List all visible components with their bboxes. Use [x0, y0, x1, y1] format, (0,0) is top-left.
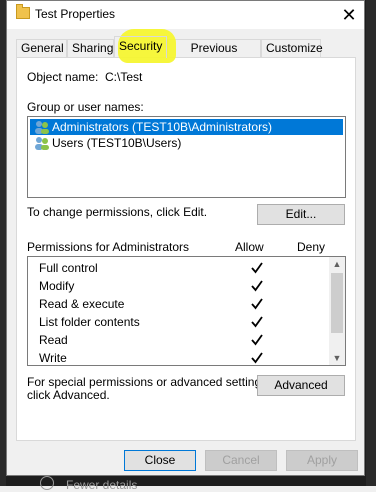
permissions-for-label: Permissions for Administrators: [27, 240, 190, 254]
special-permissions-text: For special permissions or advanced sett…: [27, 375, 271, 389]
checkmark-icon: [251, 262, 263, 274]
close-icon[interactable]: ✕: [334, 1, 364, 29]
window-title: Test Properties: [35, 7, 116, 21]
tab-previous-versions[interactable]: Previous Versions: [167, 39, 261, 72]
folder-icon: [16, 4, 30, 19]
permission-row: Full control: [39, 259, 329, 277]
tab-customize[interactable]: Customize: [261, 39, 323, 57]
list-item-users[interactable]: Users (TEST10B\Users): [30, 135, 343, 151]
users-group-icon: [35, 137, 49, 150]
permission-row: Write: [39, 349, 329, 367]
object-name-label: Object name:: [27, 70, 99, 84]
permissions-scrollbar[interactable]: ▲ ▼: [329, 257, 345, 365]
fewer-details-link[interactable]: Fewer details: [66, 478, 137, 492]
permissions-list: Full control Modify Read & execute List …: [27, 256, 346, 366]
title-bar: Test Properties ✕: [7, 1, 364, 29]
edit-button[interactable]: Edit...: [257, 204, 345, 225]
user-list[interactable]: Administrators (TEST10B\Administrators) …: [27, 116, 346, 198]
cancel-button[interactable]: Cancel: [205, 450, 277, 471]
change-permissions-text: To change permissions, click Edit.: [27, 205, 208, 219]
scroll-down-icon[interactable]: ▼: [329, 351, 345, 365]
tab-security[interactable]: Security: [114, 36, 167, 58]
permission-row: Modify: [39, 277, 329, 295]
scroll-thumb[interactable]: [331, 273, 343, 333]
object-name-value: C:\Test: [105, 70, 143, 84]
tab-general[interactable]: General: [16, 39, 67, 57]
list-item-administrators[interactable]: Administrators (TEST10B\Administrators): [30, 119, 343, 135]
checkmark-icon: [251, 298, 263, 310]
permission-name: Full control: [39, 261, 98, 275]
checkmark-icon: [251, 316, 263, 328]
user-name: Administrators (TEST10B\Administrators): [52, 120, 273, 134]
user-name: Users (TEST10B\Users): [52, 136, 182, 150]
permission-row: List folder contents: [39, 313, 329, 331]
permission-name: Read: [39, 333, 68, 347]
checkmark-icon: [251, 280, 263, 292]
advanced-button[interactable]: Advanced: [257, 375, 345, 396]
checkmark-icon: [251, 352, 263, 364]
permission-name: Modify: [39, 279, 75, 293]
permission-row: Read & execute: [39, 295, 329, 313]
security-panel: Object name: C:\Test Group or user names…: [16, 57, 356, 441]
background-window-right: [366, 0, 376, 486]
users-group-icon: [35, 121, 49, 134]
apply-button[interactable]: Apply: [286, 450, 358, 471]
tab-sharing[interactable]: Sharing: [67, 39, 114, 57]
close-button[interactable]: Close: [124, 450, 196, 471]
permission-name: Write: [39, 351, 67, 365]
deny-header: Deny: [297, 240, 326, 254]
special-permissions-text-2: click Advanced.: [27, 388, 110, 402]
chevron-up-icon: [40, 476, 54, 490]
properties-dialog: Test Properties ✕ General Sharing Securi…: [6, 0, 365, 476]
group-names-label: Group or user names:: [27, 100, 144, 114]
permission-name: Read & execute: [39, 297, 125, 311]
permission-name: List folder contents: [39, 315, 140, 329]
allow-header: Allow: [235, 240, 264, 254]
permission-row: Read: [39, 331, 329, 349]
scroll-up-icon[interactable]: ▲: [329, 257, 345, 271]
checkmark-icon: [251, 334, 263, 346]
